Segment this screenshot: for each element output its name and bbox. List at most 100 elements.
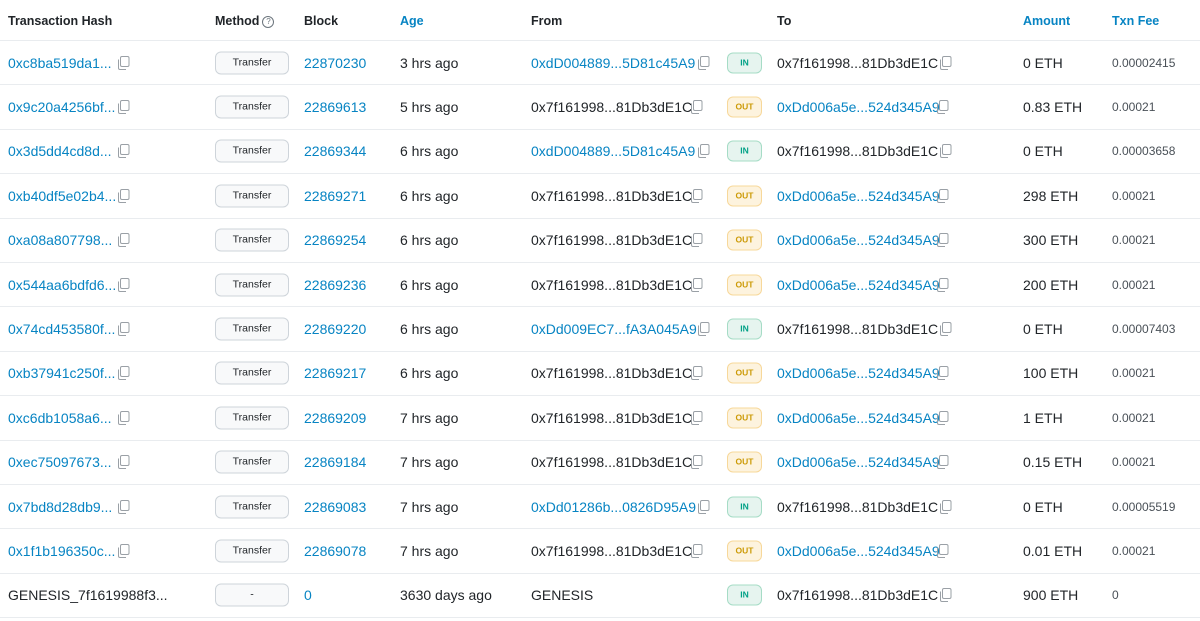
to-address[interactable]: 0xDd006a5e...524d345A9 — [777, 454, 940, 470]
block-number[interactable]: 22869613 — [304, 99, 366, 115]
copy-icon[interactable] — [690, 366, 703, 381]
from-address[interactable]: 0xDd01286b...0826D95A9 — [531, 499, 696, 515]
block-number[interactable]: 22869217 — [304, 365, 366, 381]
txn-hash[interactable]: 0xc8ba519da1... — [8, 55, 112, 71]
copy-icon[interactable] — [936, 188, 949, 203]
txn-hash[interactable]: 0x1f1b196350c... — [8, 543, 115, 559]
method-badge[interactable]: Transfer — [215, 51, 289, 75]
table-header: Transaction Hash Method? Block Age From … — [0, 0, 1200, 41]
copy-icon[interactable] — [697, 499, 710, 514]
txn-hash[interactable]: 0x9c20a4256bf... — [8, 99, 115, 115]
txn-hash[interactable]: 0xec75097673... — [8, 454, 112, 470]
copy-icon[interactable] — [690, 277, 703, 292]
txn-hash[interactable]: 0x3d5dd4cd8d... — [8, 143, 112, 159]
txn-hash[interactable]: 0xc6db1058a6... — [8, 410, 112, 426]
copy-icon[interactable] — [939, 499, 952, 514]
copy-icon[interactable] — [939, 322, 952, 337]
copy-icon[interactable] — [939, 144, 952, 159]
block-number[interactable]: 22869083 — [304, 499, 366, 515]
txn-fee: 0.00002415 — [1112, 55, 1176, 70]
block-number[interactable]: 22869209 — [304, 410, 366, 426]
copy-icon[interactable] — [117, 277, 130, 292]
block-number[interactable]: 22869271 — [304, 188, 366, 204]
method-badge[interactable]: Transfer — [215, 317, 289, 341]
copy-icon[interactable] — [690, 100, 703, 115]
txn-hash[interactable]: 0xb40df5e02b4... — [8, 188, 116, 204]
copy-icon[interactable] — [117, 322, 130, 337]
to-address[interactable]: 0xDd006a5e...524d345A9 — [777, 99, 940, 115]
to-address[interactable]: 0xDd006a5e...524d345A9 — [777, 365, 940, 381]
copy-icon[interactable] — [117, 55, 130, 70]
from-address: 0x7f161998...81Db3dE1C — [531, 232, 693, 249]
col-header-from: From — [531, 14, 563, 28]
col-header-age[interactable]: Age — [400, 14, 424, 28]
help-icon[interactable]: ? — [262, 16, 275, 28]
txn-hash[interactable]: 0xb37941c250f... — [8, 365, 115, 381]
copy-icon[interactable] — [936, 277, 949, 292]
copy-icon[interactable] — [117, 499, 130, 514]
copy-icon[interactable] — [939, 588, 952, 603]
copy-icon[interactable] — [117, 543, 130, 558]
to-address[interactable]: 0xDd006a5e...524d345A9 — [777, 277, 940, 293]
to-address[interactable]: 0xDd006a5e...524d345A9 — [777, 188, 940, 204]
col-header-amount[interactable]: Amount — [1023, 14, 1070, 28]
from-address[interactable]: 0xdD004889...5D81c45A9 — [531, 55, 695, 71]
from-address[interactable]: 0xDd009EC7...fA3A045A9 — [531, 321, 697, 337]
copy-icon[interactable] — [690, 455, 703, 470]
copy-icon[interactable] — [936, 543, 949, 558]
copy-icon[interactable] — [117, 188, 130, 203]
copy-icon[interactable] — [117, 100, 130, 115]
from-address[interactable]: 0xdD004889...5D81c45A9 — [531, 143, 695, 159]
direction-badge: IN — [727, 496, 762, 518]
method-badge[interactable]: Transfer — [215, 95, 289, 119]
copy-icon[interactable] — [690, 233, 703, 248]
copy-icon[interactable] — [117, 366, 130, 381]
block-number[interactable]: 22869184 — [304, 454, 366, 470]
method-badge[interactable]: Transfer — [215, 406, 289, 430]
copy-icon[interactable] — [117, 144, 130, 159]
method-badge[interactable]: Transfer — [215, 495, 289, 519]
method-badge[interactable]: Transfer — [215, 184, 289, 208]
copy-icon[interactable] — [117, 455, 130, 470]
block-number[interactable]: 0 — [304, 587, 312, 603]
txn-hash[interactable]: 0x544aa6bdfd6... — [8, 277, 116, 293]
block-number[interactable]: 22869220 — [304, 321, 366, 337]
method-badge[interactable]: Transfer — [215, 450, 289, 474]
copy-icon[interactable] — [697, 55, 710, 70]
method-badge[interactable]: Transfer — [215, 273, 289, 297]
block-number[interactable]: 22870230 — [304, 55, 366, 71]
copy-icon[interactable] — [936, 100, 949, 115]
copy-icon[interactable] — [117, 410, 130, 425]
to-address[interactable]: 0xDd006a5e...524d345A9 — [777, 543, 940, 559]
copy-icon[interactable] — [690, 188, 703, 203]
block-number[interactable]: 22869344 — [304, 143, 366, 159]
copy-icon[interactable] — [939, 55, 952, 70]
col-header-to: To — [777, 14, 792, 28]
method-badge[interactable]: Transfer — [215, 228, 289, 252]
copy-icon[interactable] — [117, 233, 130, 248]
copy-icon[interactable] — [936, 455, 949, 470]
block-number[interactable]: 22869254 — [304, 232, 366, 248]
block-number[interactable]: 22869236 — [304, 277, 366, 293]
method-badge[interactable]: - — [215, 583, 289, 607]
copy-icon[interactable] — [936, 410, 949, 425]
txn-hash[interactable]: 0xa08a807798... — [8, 232, 112, 248]
to-address[interactable]: 0xDd006a5e...524d345A9 — [777, 232, 940, 248]
copy-icon[interactable] — [690, 410, 703, 425]
block-number[interactable]: 22869078 — [304, 543, 366, 559]
txn-hash[interactable]: 0x74cd453580f... — [8, 321, 115, 337]
copy-icon[interactable] — [690, 543, 703, 558]
txn-hash[interactable]: 0x7bd8d28db9... — [8, 499, 112, 515]
table-row: 0x74cd453580f... Transfer 22869220 6 hrs ag… — [0, 307, 1200, 352]
method-badge[interactable]: Transfer — [215, 139, 289, 163]
col-header-fee[interactable]: Txn Fee — [1112, 14, 1159, 28]
copy-icon[interactable] — [697, 322, 710, 337]
method-badge[interactable]: Transfer — [215, 539, 289, 563]
method-badge[interactable]: Transfer — [215, 361, 289, 385]
table-row: 0xc6db1058a6... Transfer 22869209 7 hrs ago… — [0, 396, 1200, 441]
txn-age: 3 hrs ago — [400, 54, 459, 71]
to-address[interactable]: 0xDd006a5e...524d345A9 — [777, 410, 940, 426]
copy-icon[interactable] — [936, 366, 949, 381]
copy-icon[interactable] — [697, 144, 710, 159]
copy-icon[interactable] — [936, 233, 949, 248]
